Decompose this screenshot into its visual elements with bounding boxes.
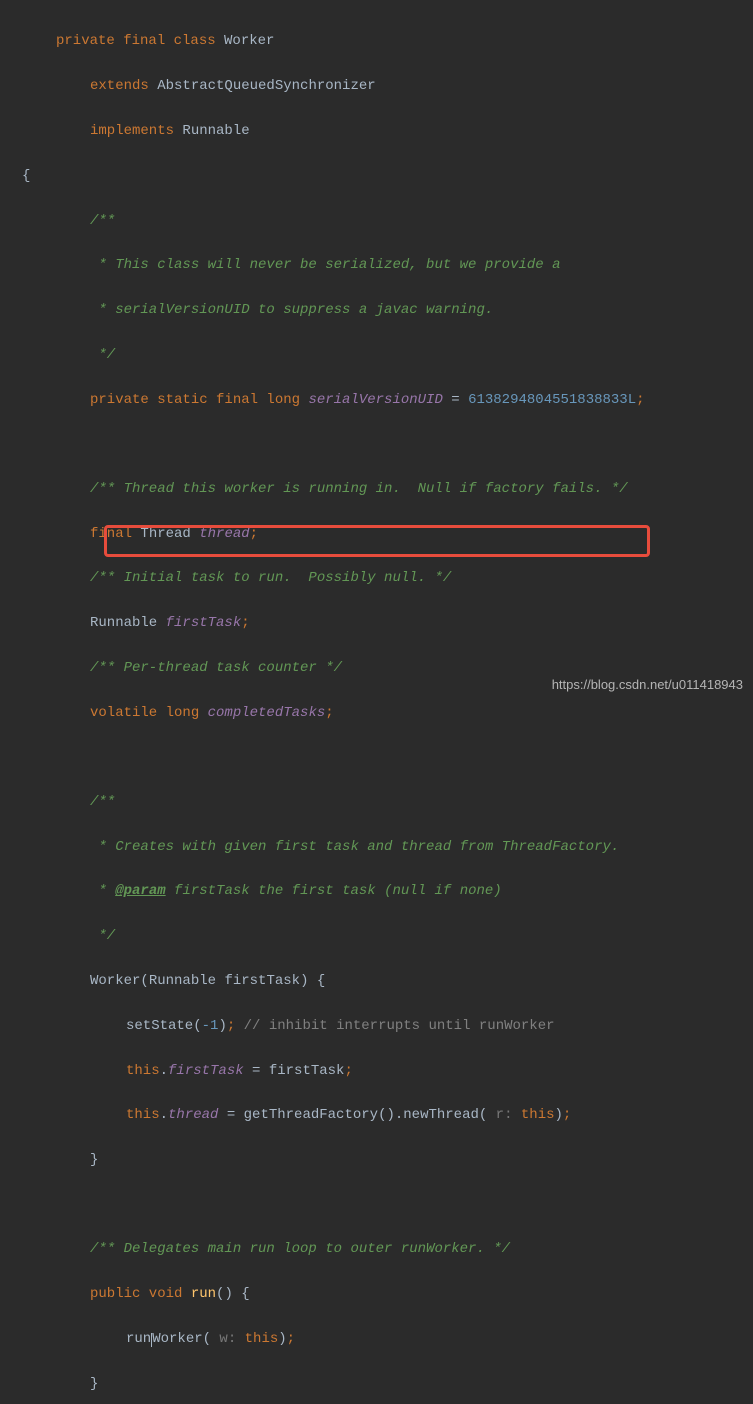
code-line: * Creates with given first task and thre… xyxy=(12,836,753,858)
code-line: private final class Worker xyxy=(12,30,753,52)
code-line: extends AbstractQueuedSynchronizer xyxy=(12,75,753,97)
code-line: Runnable firstTask; xyxy=(12,612,753,634)
code-line: public void run() { xyxy=(12,1283,753,1305)
code-line: setState(-1); // inhibit interrupts unti… xyxy=(12,1015,753,1037)
code-line: * serialVersionUID to suppress a javac w… xyxy=(12,299,753,321)
code-line: /** Thread this worker is running in. Nu… xyxy=(12,478,753,500)
code-line: implements Runnable xyxy=(12,120,753,142)
code-line xyxy=(12,747,753,769)
code-line xyxy=(12,433,753,455)
code-line: } xyxy=(12,1373,753,1395)
watermark-text: https://blog.csdn.net/u011418943 xyxy=(552,675,743,696)
code-line: volatile long completedTasks; xyxy=(12,702,753,724)
code-line: /** xyxy=(12,210,753,232)
code-line: Worker(Runnable firstTask) { xyxy=(12,970,753,992)
code-line: */ xyxy=(12,925,753,947)
code-line: } xyxy=(12,1149,753,1171)
code-line: /** Initial task to run. Possibly null. … xyxy=(12,567,753,589)
code-line: runWorker( w: this); xyxy=(12,1328,753,1350)
code-line: this.thread = getThreadFactory().newThre… xyxy=(12,1104,753,1126)
code-editor[interactable]: private final class Worker extends Abstr… xyxy=(0,0,753,1404)
code-line: final Thread thread; xyxy=(12,523,753,545)
code-line: private static final long serialVersionU… xyxy=(12,389,753,411)
code-line: /** xyxy=(12,791,753,813)
code-line: this.firstTask = firstTask; xyxy=(12,1060,753,1082)
code-line: /** Delegates main run loop to outer run… xyxy=(12,1238,753,1260)
code-line: */ xyxy=(12,344,753,366)
code-line xyxy=(12,1194,753,1216)
code-line: * This class will never be serialized, b… xyxy=(12,254,753,276)
code-line: * @param firstTask the first task (null … xyxy=(12,880,753,902)
code-line: { xyxy=(12,165,753,187)
